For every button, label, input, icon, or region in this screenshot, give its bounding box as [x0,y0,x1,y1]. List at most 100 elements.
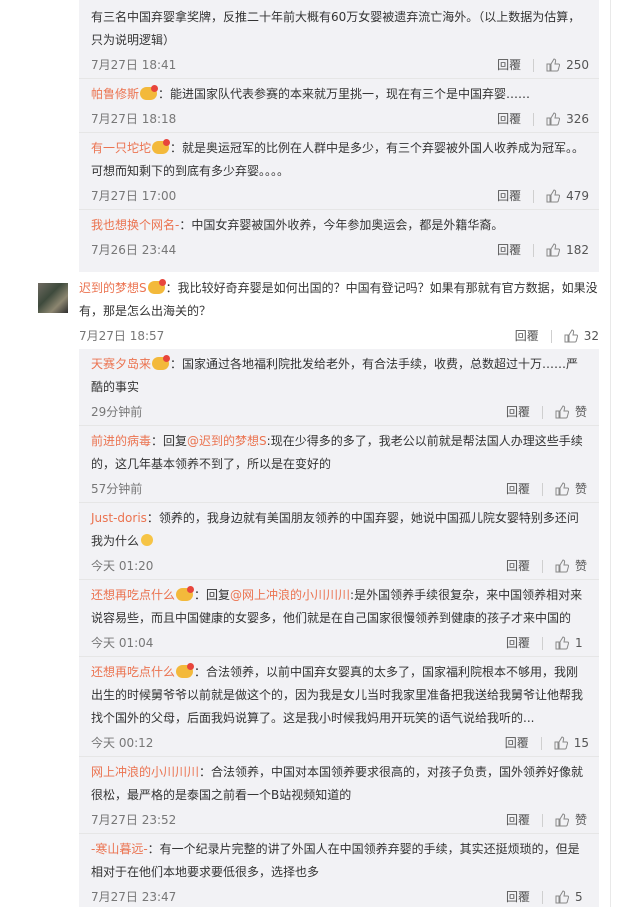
comment-thread: 有三名中国弃婴拿奖牌，反推二十年前大概有60万女婴被遗弃流亡海外。（以上数据为估… [0,0,640,907]
reply-button[interactable]: 回覆 [497,106,521,132]
reply-item: 还想再吃点什么 ：回复@网上冲浪的小川川川:是外国领养手续很复杂，来中国领养相对来… [79,580,599,657]
like-count: 赞 [575,813,588,827]
reply-content: ：中国女弃婴被国外收养，今年参加奥运会，都是外籍华裔。 [179,218,504,232]
member-badge-icon[interactable] [140,85,159,100]
reply-username[interactable]: 我也想换个网名- [91,218,179,232]
comment-actions: 回覆 32 [515,323,599,349]
reply-button[interactable]: 回覆 [506,807,530,833]
reply-meta: 29分钟前 回覆 赞 [91,399,589,425]
reply-username[interactable]: 前进的病毒 [91,434,151,448]
reply-text: 还想再吃点什么 ：回复@网上冲浪的小川川川:是外国领养手续很复杂，来中国领养相对来… [91,584,589,630]
like-button[interactable]: 赞 [555,553,589,579]
member-badge-icon[interactable] [176,663,195,678]
mention-link[interactable]: @网上冲浪的小川川川 [230,588,350,602]
like-button[interactable]: 5 [555,884,589,910]
like-button[interactable]: 32 [564,323,599,349]
divider [533,243,535,257]
reply-prefix: ：回复 [194,588,231,602]
like-count: 赞 [575,559,588,573]
main-comment-body: 迟到的梦想S ：我比较好奇弃婴是如何出国的？中国有登记吗？如果有那就有官方数据，如… [79,277,599,349]
reply-username[interactable]: -寒山暮远- [91,842,148,856]
reply-button[interactable]: 回覆 [506,884,530,910]
like-button[interactable]: 1 [555,630,589,656]
like-button[interactable]: 赞 [555,807,589,833]
member-badge-icon[interactable] [147,279,166,294]
reply-button[interactable]: 回覆 [505,730,529,756]
reply-actions: 回覆 赞 [506,399,589,425]
thumbs-up-icon [555,559,569,573]
mention-link[interactable]: @迟到的梦想S [187,434,267,448]
reply-text: -寒山暮远-：有一个纪录片完整的讲了外国人在中国领养弃婴的手续，其实还挺烦琐的，… [91,838,589,884]
reply-item: 有三名中国弃婴拿奖牌，反推二十年前大概有60万女婴被遗弃流亡海外。（以上数据为估… [79,0,599,79]
comment-time: 7月27日 18:57 [79,329,165,343]
reply-time: 7月27日 17:00 [91,189,177,203]
divider [533,112,535,126]
reply-username[interactable]: 天赛夕岛来 [91,357,151,371]
like-count: 479 [566,189,589,203]
reply-item: 帕鲁修斯 ：能进国家队代表参赛的本来就万里挑一，现在有三个是中国弃婴…… 7月27… [79,79,599,133]
divider [542,636,543,650]
reply-button[interactable]: 回覆 [497,52,521,78]
divider [542,813,543,827]
divider [542,559,543,573]
smile-emoji-icon [141,534,154,546]
thumbs-up-icon [555,405,569,419]
reply-username[interactable]: 有一只坨坨 [91,141,151,155]
like-count: 32 [583,329,599,343]
reply-meta: 7月27日 23:47 回覆 5 [91,884,589,910]
reply-actions: 回覆 326 [497,106,589,132]
like-button[interactable]: 182 [546,237,589,263]
like-button[interactable]: 326 [546,106,589,132]
reply-username[interactable]: 网上冲浪的小川川川 [91,765,199,779]
reply-button[interactable]: 回覆 [506,399,530,425]
reply-username[interactable]: 帕鲁修斯 [91,87,139,101]
member-badge-icon[interactable] [152,355,171,370]
reply-time: 今天 00:12 [91,736,154,750]
reply-actions: 回覆 250 [497,52,589,78]
reply-time: 7月27日 23:52 [91,813,177,827]
like-count: 赞 [575,482,588,496]
divider [533,58,535,72]
thumbs-up-icon [546,243,561,257]
reply-meta: 今天 01:04 回覆 1 [91,630,589,656]
reply-actions: 回覆 15 [505,730,589,756]
reply-time: 57分钟前 [91,482,143,496]
thumbs-up-icon [564,329,578,343]
reply-prefix: ：回复 [151,434,188,448]
page-border [610,0,611,907]
like-button[interactable]: 479 [546,183,589,209]
reply-meta: 7月27日 17:00 回覆 479 [91,183,589,209]
reply-content: 有三名中国弃婴拿奖牌，反推二十年前大概有60万女婴被遗弃流亡海外。（以上数据为估… [91,10,581,47]
reply-username[interactable]: 还想再吃点什么 [91,665,175,679]
like-button[interactable]: 赞 [555,476,589,502]
thumbs-up-icon [555,813,569,827]
reply-username[interactable]: Just-doris [91,511,147,525]
divider [533,189,535,203]
reply-text: 前进的病毒：回复@迟到的梦想S:现在少得多的多了，我老公以前就是帮法国人办理这些… [91,430,589,476]
avatar[interactable] [38,283,68,313]
reply-item: 我也想换个网名-：中国女弃婴被国外收养，今年参加奥运会，都是外籍华裔。 7月26… [79,210,599,263]
reply-time: 今天 01:20 [91,559,154,573]
reply-username[interactable]: 还想再吃点什么 [91,588,175,602]
divider [542,890,543,904]
reply-item: -寒山暮远-：有一个纪录片完整的讲了外国人在中国领养弃婴的手续，其实还挺烦琐的，… [79,834,599,910]
like-button[interactable]: 250 [546,52,589,78]
reply-button[interactable]: 回覆 [506,630,530,656]
member-badge-icon[interactable] [152,139,171,154]
like-button[interactable]: 15 [554,730,589,756]
reply-button[interactable]: 回覆 [506,476,530,502]
like-count: 15 [573,736,589,750]
like-button[interactable]: 赞 [555,399,589,425]
member-badge-icon[interactable] [176,586,195,601]
like-count: 326 [566,112,589,126]
reply-item: 前进的病毒：回复@迟到的梦想S:现在少得多的多了，我老公以前就是帮法国人办理这些… [79,426,599,503]
reply-text: 有一只坨坨 ：就是奥运冠军的比例在人群中是多少，有三个弃婴被外国人收养成为冠军。。… [91,137,589,183]
reply-meta: 今天 01:20 回覆 赞 [91,553,589,579]
reply-time: 今天 01:04 [91,636,154,650]
reply-button[interactable]: 回覆 [506,553,530,579]
comment-username[interactable]: 迟到的梦想S [79,281,147,295]
like-count: 1 [575,636,583,650]
reply-button[interactable]: 回覆 [497,183,521,209]
reply-button[interactable]: 回覆 [497,237,521,263]
reply-button[interactable]: 回覆 [515,323,539,349]
